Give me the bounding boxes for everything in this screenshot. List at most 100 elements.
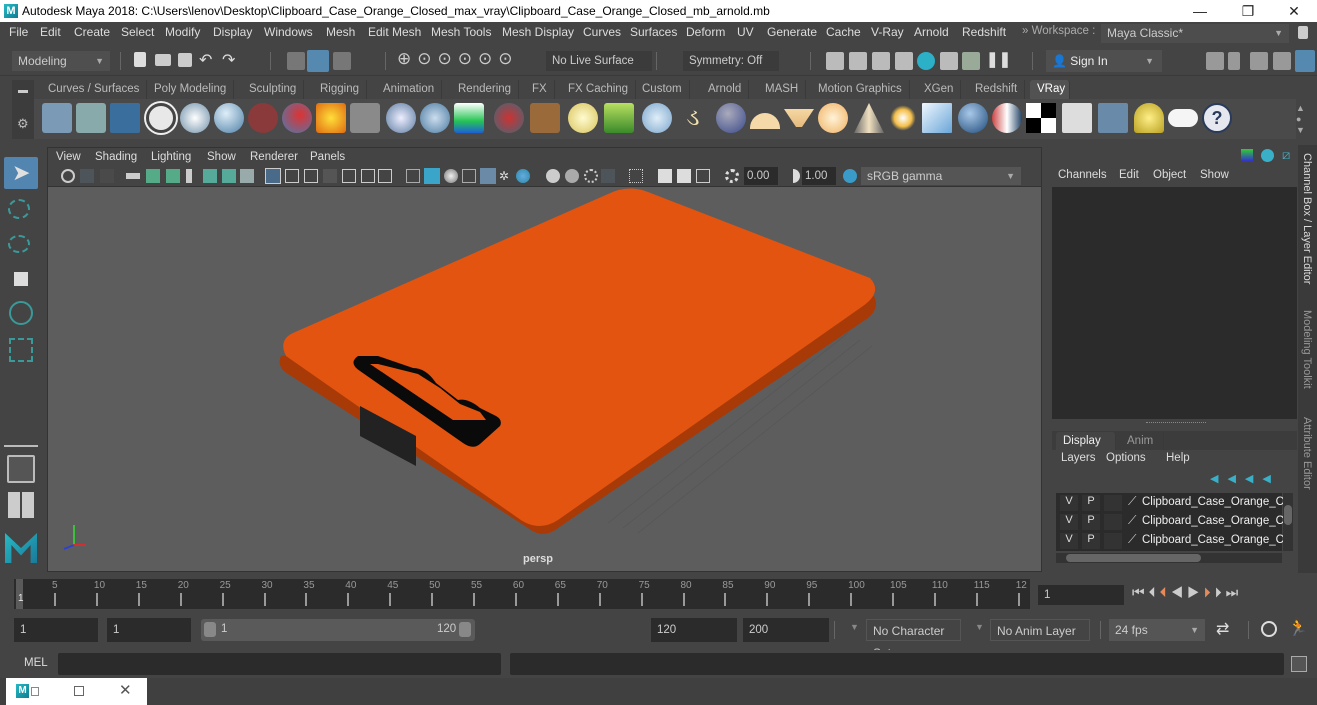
render-settings-icon[interactable] (895, 52, 913, 70)
new-scene-icon[interactable] (134, 52, 146, 67)
vray-fire-icon[interactable] (316, 103, 346, 133)
shelf-tab-redshift[interactable]: Redshift (968, 80, 1026, 99)
menu-modify[interactable]: Modify (165, 25, 200, 39)
menu-mesh[interactable]: Mesh (326, 25, 355, 39)
range-end-handle[interactable] (459, 622, 471, 637)
grid-icon[interactable] (265, 168, 281, 184)
menu-create[interactable]: Create (74, 25, 110, 39)
menu-generate[interactable]: Generate (767, 25, 817, 39)
gate-mask-icon[interactable] (323, 169, 337, 183)
human-ik-icon[interactable] (1228, 52, 1240, 70)
default-material-icon[interactable] (444, 169, 458, 183)
display-type-toggle[interactable] (1104, 514, 1122, 530)
menu-arnold[interactable]: Arnold (914, 25, 949, 39)
layer-color-icon[interactable]: ⟋ (1128, 532, 1136, 547)
playback-toggle[interactable]: P (1082, 514, 1100, 530)
move-tool[interactable] (4, 263, 38, 295)
shelf-scroll[interactable]: ▲ ● ▼ (1296, 103, 1305, 136)
viewport-menu-renderer[interactable]: Renderer (250, 151, 298, 163)
shelf-tab-animation[interactable]: Animation (376, 80, 443, 99)
safe-title-icon[interactable] (378, 169, 392, 183)
film-gate-icon[interactable] (285, 169, 299, 183)
viewport-menu-lighting[interactable]: Lighting (151, 151, 191, 163)
menu-cache[interactable]: Cache (826, 25, 861, 39)
open-scene-icon[interactable] (155, 54, 171, 66)
visibility-toggle[interactable]: V (1060, 495, 1078, 511)
close-button[interactable]: ✕ (1271, 0, 1317, 22)
single-view-layout[interactable] (7, 455, 35, 483)
exposure-icon[interactable] (725, 169, 739, 183)
render-setup-icon[interactable] (940, 52, 958, 70)
light-editor-icon[interactable] (962, 52, 980, 70)
resolution-gate-icon[interactable] (304, 169, 318, 183)
vray-globe-icon[interactable] (716, 103, 746, 133)
menu-deform[interactable]: Deform (686, 25, 725, 39)
mel-input[interactable] (58, 653, 501, 675)
color-management-icon[interactable] (843, 169, 857, 183)
help-icon[interactable]: ? (1202, 103, 1232, 133)
channel-box-area[interactable] (1052, 187, 1297, 419)
channelbox-menu-channels[interactable]: Channels (1058, 169, 1107, 181)
next-key-icon[interactable]: ⏵ (1204, 584, 1215, 600)
view-transform-dropdown[interactable]: sRGB gamma ▼ (861, 167, 1021, 185)
layer-row[interactable]: V P ⟋ Clipboard_Case_Orange_Clo (1056, 532, 1293, 550)
modeling-toolkit-icon[interactable] (1206, 52, 1224, 70)
select-by-component-icon[interactable] (333, 52, 351, 70)
live-surface-field[interactable]: No Live Surface (546, 51, 652, 71)
character-set-field[interactable]: No Character Set (866, 619, 961, 660)
snap-icons[interactable]: ⊕⊙⊙⊙⊙⊙ (397, 49, 518, 69)
smooth-shade-icon[interactable] (424, 168, 440, 184)
wireframe-on-shaded-icon[interactable] (462, 169, 476, 183)
camera-attributes-icon[interactable] (166, 169, 180, 183)
vray-cone-icon[interactable] (420, 103, 450, 133)
shelf-tab-curves-surfaces[interactable]: Curves / Surfaces (41, 80, 148, 99)
menu-set-dropdown[interactable]: Modeling ▼ (12, 51, 110, 71)
2d-pan-zoom-icon[interactable] (222, 169, 236, 183)
tool-settings-icon[interactable] (1273, 52, 1291, 70)
viewport-menu-view[interactable]: View (56, 151, 81, 163)
vray-logo-icon[interactable] (61, 169, 75, 183)
xray-joints-icon[interactable] (696, 169, 710, 183)
vray-sphere-icon[interactable] (214, 103, 244, 133)
select-by-hierarchy-icon[interactable] (287, 52, 305, 70)
symmetry-field[interactable]: Symmetry: Off (683, 51, 779, 71)
menu-edit[interactable]: Edit (40, 25, 61, 39)
exposure-field[interactable]: 0.00 (744, 167, 778, 185)
shelf-tab-vray[interactable]: VRay (1030, 80, 1070, 99)
shelf-tab-fx-caching[interactable]: FX Caching (561, 80, 637, 99)
menu-file[interactable]: File (9, 25, 28, 39)
select-by-object-icon[interactable] (307, 50, 329, 72)
camera-icon[interactable] (126, 173, 140, 179)
grease-pencil-icon[interactable] (240, 169, 254, 183)
gear-icon[interactable]: ⚙ (17, 116, 29, 132)
step-forward-icon[interactable]: ⏵ (1215, 584, 1226, 600)
layer-menu-layers[interactable]: Layers (1061, 452, 1096, 464)
vray-material-icon[interactable] (958, 103, 988, 133)
3d-viewport[interactable]: persp (48, 188, 1041, 571)
mel-label[interactable]: MEL (24, 657, 48, 669)
menu-mesh-tools[interactable]: Mesh Tools (431, 25, 491, 39)
shelf-menu-icon[interactable] (18, 90, 28, 93)
timeline-track[interactable]: 1 5 10 15 20 25 30 35 40 45 50 55 60 65 70 75 80 85 90 95 1… (14, 579, 1030, 609)
menu-surfaces[interactable]: Surfaces (630, 25, 677, 39)
visibility-toggle[interactable]: V (1060, 514, 1078, 530)
field-chart-icon[interactable] (342, 169, 356, 183)
minimize-button[interactable]: — (1177, 0, 1223, 22)
select-tool[interactable]: ➤ (4, 157, 38, 189)
vray-grass-icon[interactable] (604, 103, 634, 133)
play-forward-icon[interactable]: ▶ (1187, 584, 1204, 600)
animation-start-field[interactable]: 1 (14, 618, 98, 642)
vray-doc-icon[interactable] (180, 103, 210, 133)
vray-settings-icon[interactable] (1098, 103, 1128, 133)
shelf-tab-rendering[interactable]: Rendering (451, 80, 520, 99)
layer-menu-help[interactable]: Help (1166, 452, 1190, 464)
vray-fb-icon[interactable] (1062, 103, 1092, 133)
hypershade-icon[interactable] (917, 52, 935, 70)
xray-icon[interactable] (658, 169, 672, 183)
layer-row[interactable]: V P ⟋ Clipboard_Case_Orange_Clo (1056, 513, 1293, 531)
animation-preferences-icon[interactable]: 🏃 (1288, 618, 1308, 638)
menu-redshift[interactable]: Redshift (962, 25, 1006, 39)
vray-list-icon[interactable] (110, 103, 140, 133)
vray-plane-icon[interactable] (350, 103, 380, 133)
channelbox-menu-edit[interactable]: Edit (1119, 169, 1139, 181)
